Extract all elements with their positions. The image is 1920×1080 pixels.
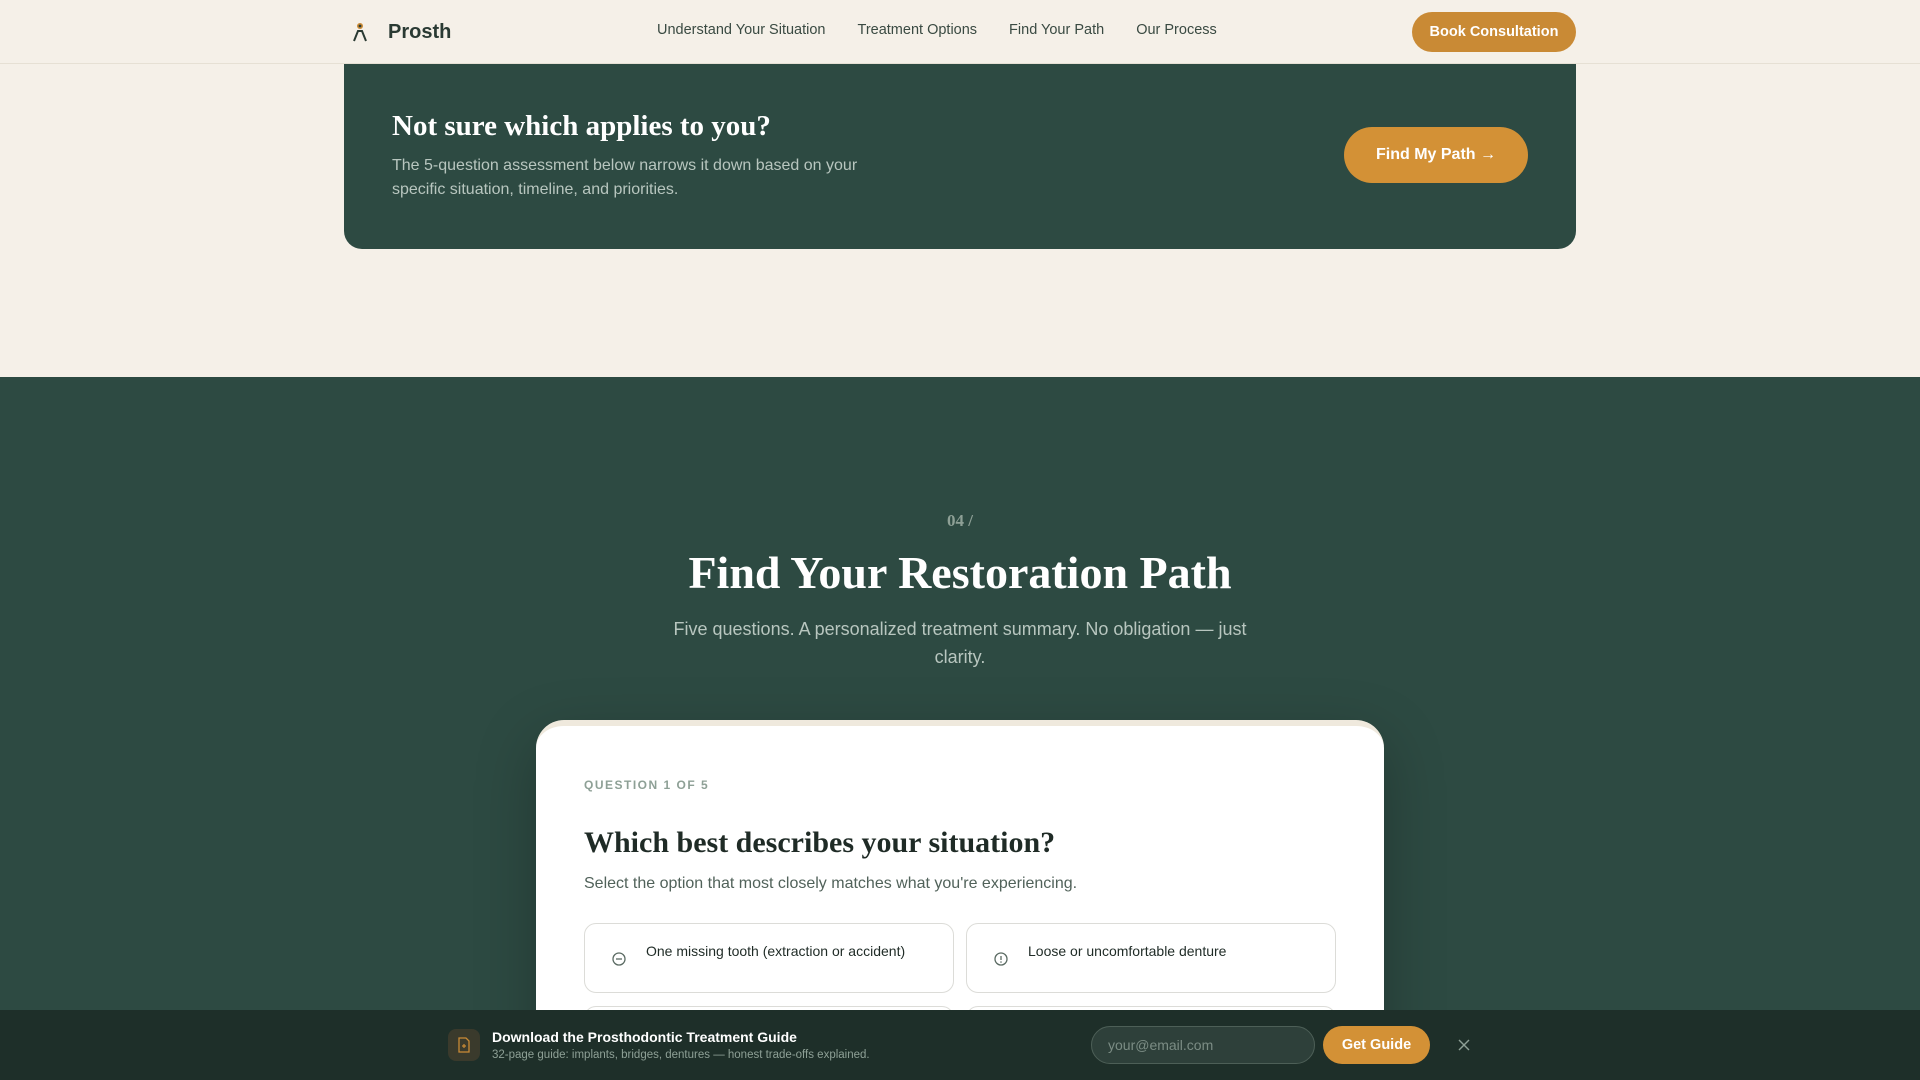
nav-link-our-process[interactable]: Our Process	[1136, 22, 1217, 38]
question-title: Which best describes your situation?	[584, 826, 1056, 859]
option-label: One missing tooth (extraction or acciden…	[646, 943, 906, 959]
top-navigation: Prosth Understand Your Situation Treatme…	[0, 0, 1920, 64]
book-consultation-button[interactable]: Book Consultation	[1412, 12, 1576, 52]
banner-title: Not sure which applies to you?	[392, 110, 771, 142]
option-label: Loose or uncomfortable denture	[1028, 943, 1227, 959]
section-number: 04 /	[947, 511, 973, 530]
alert-circle-icon	[993, 951, 1009, 967]
brand-logo[interactable]: Prosth	[344, 20, 451, 44]
section-subtitle: Five questions. A personalized treatment…	[673, 619, 1247, 667]
guide-subtitle: 32-page guide: implants, bridges, dentur…	[492, 1049, 870, 1061]
nav-link-find-your-path[interactable]: Find Your Path	[1009, 22, 1104, 38]
close-icon[interactable]	[1454, 1035, 1474, 1055]
section-title: Find Your Restoration Path	[688, 547, 1232, 598]
nav-link-understand-situation[interactable]: Understand Your Situation	[657, 22, 826, 38]
guide-download-bar: Download the Prosthodontic Treatment Gui…	[0, 1010, 1920, 1080]
option-one-missing-tooth[interactable]: One missing tooth (extraction or acciden…	[584, 923, 954, 993]
email-field[interactable]	[1091, 1026, 1315, 1064]
find-my-path-button[interactable]: Find My Path →	[1344, 127, 1528, 183]
minus-circle-icon	[611, 951, 627, 967]
option-loose-denture[interactable]: Loose or uncomfortable denture	[966, 923, 1336, 993]
guide-title: Download the Prosthodontic Treatment Gui…	[492, 1029, 797, 1045]
brand-name: Prosth	[388, 20, 452, 43]
question-helper: Select the option that most closely matc…	[584, 875, 1078, 892]
assessment-banner: Not sure which applies to you? The 5-que…	[344, 64, 1576, 249]
get-guide-button[interactable]: Get Guide	[1323, 1026, 1430, 1064]
question-progress: QUESTION 1 OF 5	[584, 778, 710, 792]
banner-text: The 5-question assessment below narrows …	[392, 157, 858, 198]
person-tooth-icon	[344, 20, 376, 44]
document-icon	[448, 1029, 480, 1061]
nav-link-treatment-options[interactable]: Treatment Options	[858, 22, 978, 38]
nav-links: Understand Your Situation Treatment Opti…	[657, 22, 1217, 38]
